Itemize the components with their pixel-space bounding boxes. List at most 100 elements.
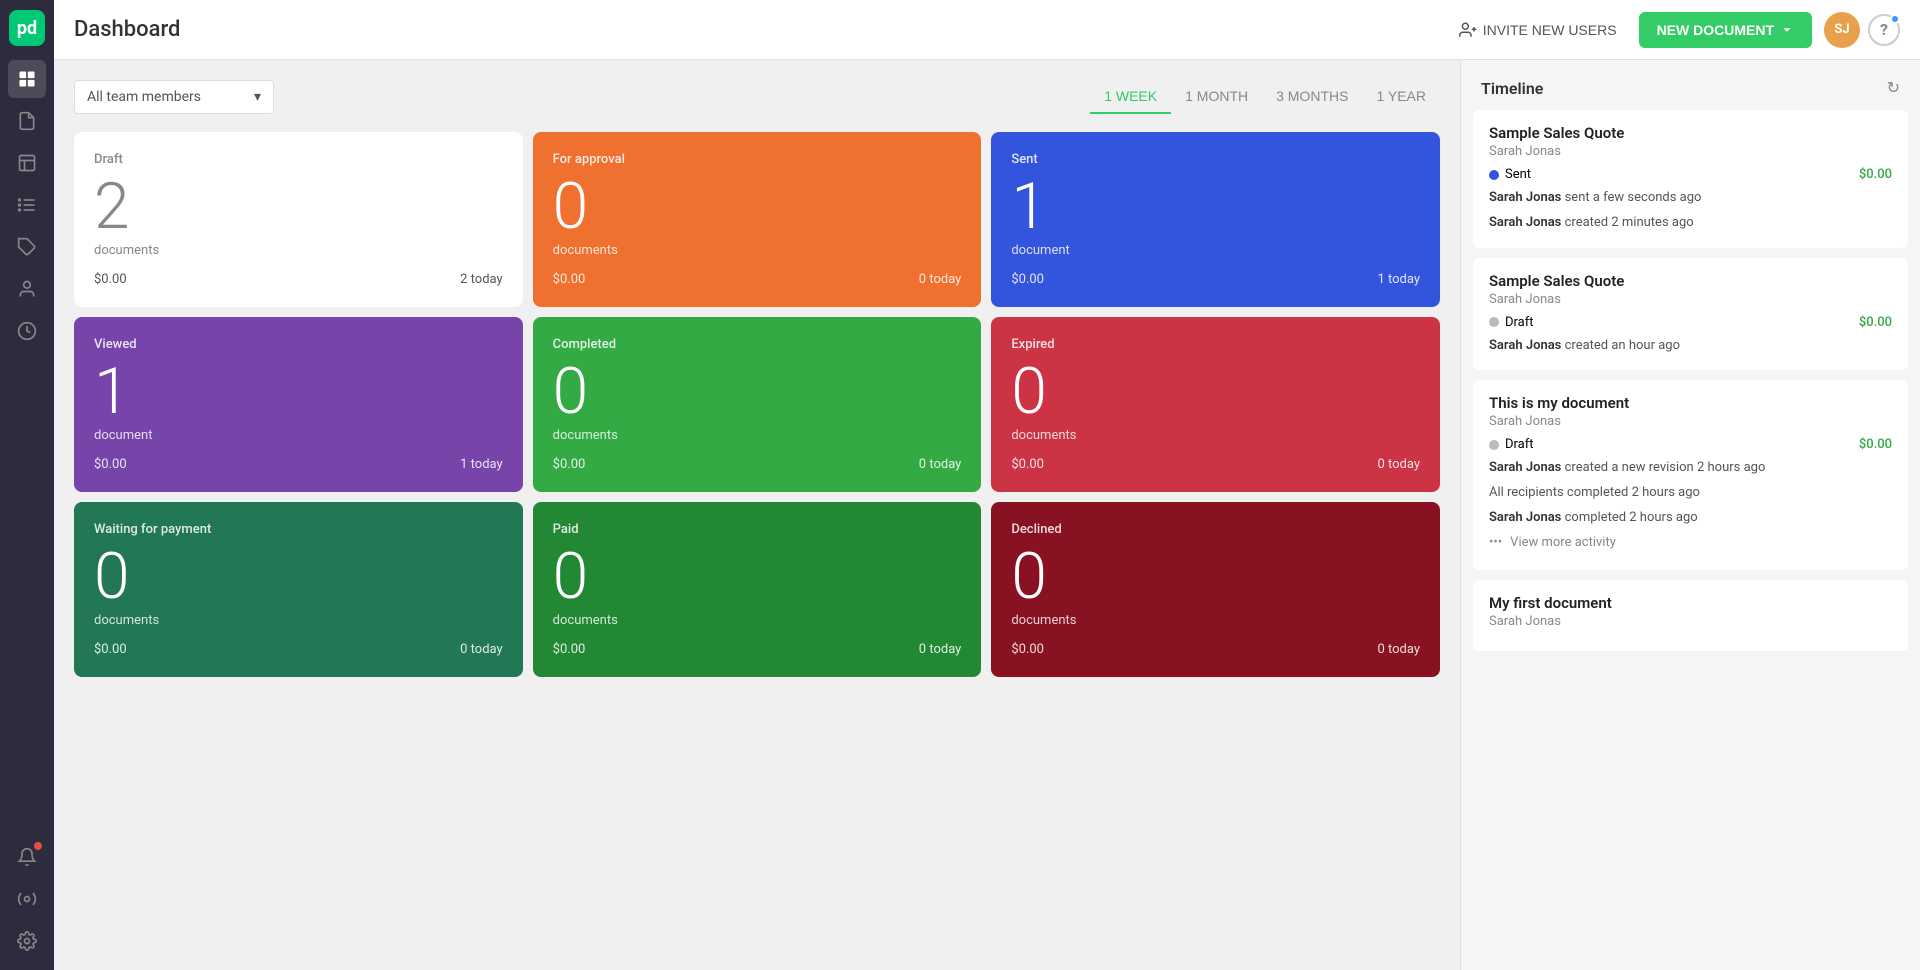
stat-number: 0 bbox=[1011, 360, 1420, 424]
timeline-status: Draft bbox=[1489, 437, 1534, 452]
stat-today: 0 today bbox=[1377, 642, 1420, 657]
new-doc-label: NEW DOCUMENT bbox=[1657, 22, 1774, 38]
stat-doc-label: documents bbox=[94, 243, 503, 258]
stat-card-for-approval[interactable]: For approval 0 documents $0.00 0 today bbox=[533, 132, 982, 307]
help-label: ? bbox=[1880, 20, 1888, 39]
time-filter-3months[interactable]: 3 MONTHS bbox=[1262, 80, 1362, 114]
time-filter-1year[interactable]: 1 YEAR bbox=[1362, 80, 1440, 114]
filter-row: All team members ▾ 1 WEEK 1 MONTH 3 MONT… bbox=[74, 80, 1440, 114]
sidebar-item-contacts[interactable] bbox=[8, 270, 46, 308]
stat-doc-label: documents bbox=[553, 613, 962, 628]
sidebar: pd bbox=[0, 0, 54, 970]
timeline-activity: Sarah Jonas completed 2 hours ago bbox=[1489, 508, 1892, 529]
stat-today: 0 today bbox=[919, 272, 962, 287]
invite-users-button[interactable]: INVITE NEW USERS bbox=[1447, 13, 1629, 47]
notification-badge bbox=[34, 842, 42, 850]
ellipsis-icon: ••• bbox=[1489, 535, 1502, 550]
topbar: Dashboard INVITE NEW USERS NEW DOCUMENT … bbox=[54, 0, 1920, 60]
stat-today: 2 today bbox=[460, 272, 503, 287]
stat-today: 1 today bbox=[1377, 272, 1420, 287]
new-document-button[interactable]: NEW DOCUMENT bbox=[1639, 12, 1812, 48]
status-dot-icon bbox=[1489, 170, 1499, 180]
stat-card-waiting-for-payment[interactable]: Waiting for payment 0 documents $0.00 0 … bbox=[74, 502, 523, 677]
stat-footer: $0.00 0 today bbox=[553, 272, 962, 287]
stat-card-expired[interactable]: Expired 0 documents $0.00 0 today bbox=[991, 317, 1440, 492]
stat-today: 0 today bbox=[460, 642, 503, 657]
time-filter-1month[interactable]: 1 MONTH bbox=[1171, 80, 1262, 114]
page-title: Dashboard bbox=[74, 17, 1447, 42]
stat-label: Expired bbox=[1011, 337, 1420, 352]
stat-footer: $0.00 0 today bbox=[1011, 457, 1420, 472]
view-more-activity[interactable]: ••• View more activity bbox=[1489, 529, 1892, 556]
stat-number: 2 bbox=[94, 175, 503, 239]
time-filter-1week[interactable]: 1 WEEK bbox=[1090, 80, 1171, 114]
invite-icon bbox=[1459, 21, 1477, 39]
timeline-card[interactable]: Sample Sales Quote Sarah Jonas Draft $0.… bbox=[1473, 258, 1908, 371]
timeline-activity: Sarah Jonas created 2 minutes ago bbox=[1489, 213, 1892, 234]
help-notification-dot bbox=[1890, 14, 1900, 24]
stat-footer: $0.00 0 today bbox=[553, 642, 962, 657]
stat-footer: $0.00 1 today bbox=[1011, 272, 1420, 287]
sidebar-item-notifications[interactable] bbox=[8, 838, 46, 876]
sidebar-item-settings[interactable] bbox=[8, 922, 46, 960]
help-button[interactable]: ? bbox=[1868, 14, 1900, 46]
timeline-header: Timeline ↻ bbox=[1461, 60, 1920, 110]
timeline-card[interactable]: My first document Sarah Jonas bbox=[1473, 580, 1908, 651]
status-label: Draft bbox=[1505, 315, 1534, 330]
timeline-card[interactable]: Sample Sales Quote Sarah Jonas Sent $0.0… bbox=[1473, 110, 1908, 248]
stat-number: 0 bbox=[1011, 545, 1420, 609]
timeline-panel: Timeline ↻ Sample Sales Quote Sarah Jona… bbox=[1460, 60, 1920, 970]
timeline-status-row: Draft $0.00 bbox=[1489, 315, 1892, 330]
stat-card-draft[interactable]: Draft 2 documents $0.00 2 today bbox=[74, 132, 523, 307]
stat-number: 0 bbox=[553, 175, 962, 239]
avatar[interactable]: SJ bbox=[1824, 12, 1860, 48]
stat-footer: $0.00 2 today bbox=[94, 272, 503, 287]
team-filter-dropdown[interactable]: All team members ▾ bbox=[74, 80, 274, 114]
stat-amount: $0.00 bbox=[94, 457, 127, 472]
status-label: Sent bbox=[1505, 167, 1531, 182]
stat-amount: $0.00 bbox=[553, 642, 586, 657]
timeline-status-row: Sent $0.00 bbox=[1489, 167, 1892, 182]
invite-label: INVITE NEW USERS bbox=[1483, 22, 1617, 38]
sidebar-item-templates[interactable] bbox=[8, 144, 46, 182]
sidebar-item-tags[interactable] bbox=[8, 228, 46, 266]
time-filters: 1 WEEK 1 MONTH 3 MONTHS 1 YEAR bbox=[1090, 80, 1440, 114]
app-logo[interactable]: pd bbox=[9, 10, 45, 46]
stat-doc-label: documents bbox=[1011, 613, 1420, 628]
sidebar-item-reports[interactable] bbox=[8, 312, 46, 350]
stat-number: 1 bbox=[94, 360, 503, 424]
timeline-activity: Sarah Jonas created a new revision 2 hou… bbox=[1489, 458, 1892, 479]
view-more-label: View more activity bbox=[1510, 535, 1616, 550]
stat-label: Paid bbox=[553, 522, 962, 537]
timeline-amount: $0.00 bbox=[1859, 315, 1892, 330]
stat-amount: $0.00 bbox=[94, 642, 127, 657]
stat-card-viewed[interactable]: Viewed 1 document $0.00 1 today bbox=[74, 317, 523, 492]
sidebar-item-integrations[interactable] bbox=[8, 880, 46, 918]
stat-label: Sent bbox=[1011, 152, 1420, 167]
timeline-doc-title: This is my document bbox=[1489, 394, 1892, 412]
stat-footer: $0.00 0 today bbox=[94, 642, 503, 657]
sidebar-item-dashboard[interactable] bbox=[8, 60, 46, 98]
stat-card-completed[interactable]: Completed 0 documents $0.00 0 today bbox=[533, 317, 982, 492]
sidebar-item-catalog[interactable] bbox=[8, 186, 46, 224]
stat-card-declined[interactable]: Declined 0 documents $0.00 0 today bbox=[991, 502, 1440, 677]
timeline-doc-author: Sarah Jonas bbox=[1489, 292, 1892, 307]
stat-card-sent[interactable]: Sent 1 document $0.00 1 today bbox=[991, 132, 1440, 307]
stat-number: 0 bbox=[553, 545, 962, 609]
timeline-doc-author: Sarah Jonas bbox=[1489, 144, 1892, 159]
timeline-refresh-button[interactable]: ↻ bbox=[1887, 78, 1900, 98]
timeline-status: Draft bbox=[1489, 315, 1534, 330]
stat-doc-label: documents bbox=[1011, 428, 1420, 443]
team-filter-label: All team members bbox=[87, 89, 201, 105]
timeline-activity: Sarah Jonas sent a few seconds ago bbox=[1489, 188, 1892, 209]
stat-amount: $0.00 bbox=[1011, 272, 1044, 287]
sidebar-item-documents[interactable] bbox=[8, 102, 46, 140]
main-area: Dashboard INVITE NEW USERS NEW DOCUMENT … bbox=[54, 0, 1920, 970]
timeline-status: Sent bbox=[1489, 167, 1531, 182]
stat-amount: $0.00 bbox=[1011, 642, 1044, 657]
stat-card-paid[interactable]: Paid 0 documents $0.00 0 today bbox=[533, 502, 982, 677]
timeline-card[interactable]: This is my document Sarah Jonas Draft $0… bbox=[1473, 380, 1908, 569]
stat-doc-label: documents bbox=[553, 428, 962, 443]
dropdown-chevron-icon: ▾ bbox=[254, 89, 261, 105]
stat-today: 0 today bbox=[919, 457, 962, 472]
